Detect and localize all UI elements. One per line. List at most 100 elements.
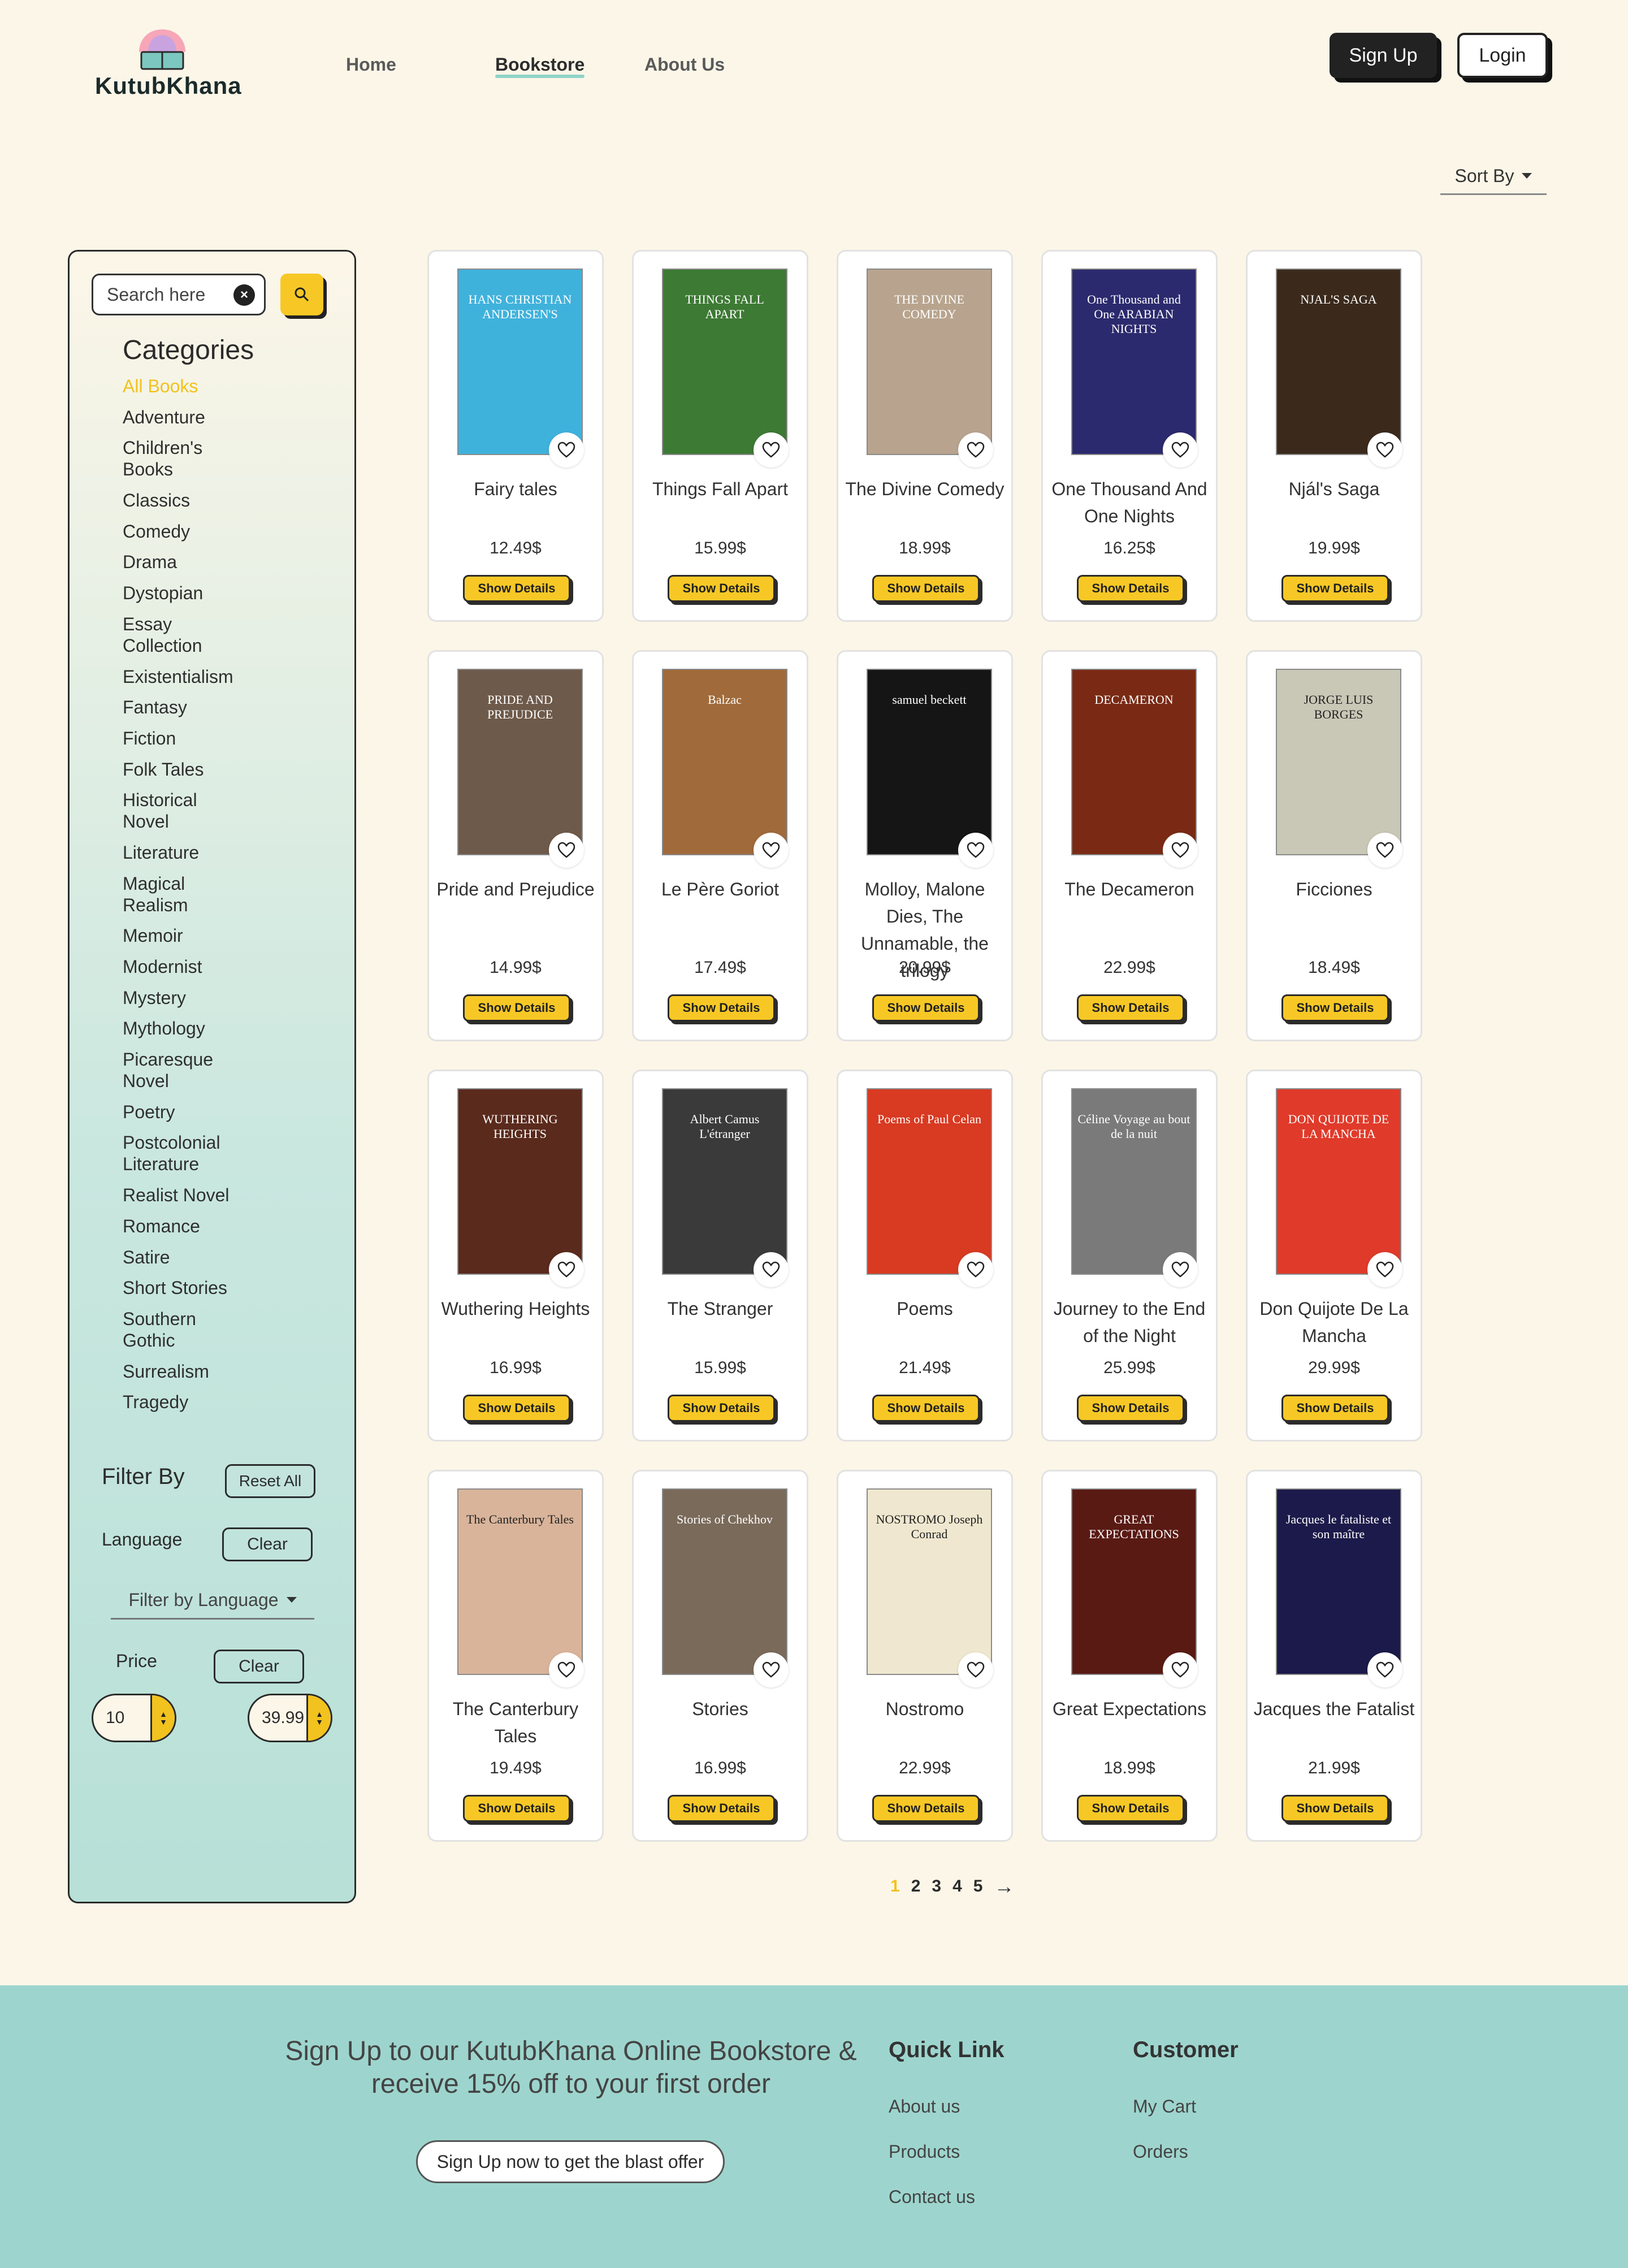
wishlist-heart-icon[interactable] [958,432,993,468]
category-item[interactable]: Dystopian [123,582,247,604]
show-details-button[interactable]: Show Details [1077,1395,1184,1422]
wishlist-heart-icon[interactable] [958,833,993,868]
wishlist-heart-icon[interactable] [958,1652,993,1687]
language-clear-button[interactable]: Clear [222,1527,313,1561]
book-card[interactable]: GREAT EXPECTATIONS Great Expectations 18.9… [1041,1470,1218,1842]
category-item[interactable]: Postcolonial Literature [123,1132,247,1175]
nav-bookstore[interactable]: Bookstore [495,54,584,75]
book-card[interactable]: Albert Camus L'étranger The Stranger 15.99… [632,1070,808,1442]
wishlist-heart-icon[interactable] [549,1252,584,1287]
book-card[interactable]: DON QUIJOTE DE LA MANCHA Don Quijote De L… [1246,1070,1422,1442]
book-card[interactable]: The Canterbury Tales The Canterbury Tales… [427,1470,604,1842]
book-cover-image[interactable]: DECAMERON [1071,669,1197,855]
search-button[interactable] [280,274,323,315]
book-card[interactable]: HANS CHRISTIAN ANDERSEN'S Fairy tales 12.4… [427,250,604,622]
book-card[interactable]: Stories of Chekhov Stories 16.99$ Show Deta… [632,1470,808,1842]
show-details-button[interactable]: Show Details [463,994,570,1022]
book-cover-image[interactable]: WUTHERING HEIGHTS [457,1088,583,1275]
wishlist-heart-icon[interactable] [754,833,789,868]
footer-link-my-cart[interactable]: My Cart [1133,2096,1196,2117]
login-button[interactable]: Login [1457,33,1548,78]
category-item[interactable]: Tragedy [123,1391,247,1413]
page-link[interactable]: 3 [932,1877,941,1896]
price-clear-button[interactable]: Clear [214,1650,304,1683]
show-details-button[interactable]: Show Details [1077,994,1184,1022]
book-card[interactable]: THE DIVINE COMEDY The Divine Comedy 18.99$… [837,250,1013,622]
nav-about[interactable]: About Us [644,54,725,75]
wishlist-heart-icon[interactable] [1367,1252,1402,1287]
wishlist-heart-icon[interactable] [549,833,584,868]
category-item[interactable]: Comedy [123,521,247,542]
book-cover-image[interactable]: Stories of Chekhov [662,1488,787,1675]
wishlist-heart-icon[interactable] [1163,1252,1198,1287]
page-link[interactable]: 4 [952,1877,962,1896]
book-cover-image[interactable]: NOSTROMO Joseph Conrad [867,1488,992,1675]
show-details-button[interactable]: Show Details [872,575,980,602]
wishlist-heart-icon[interactable] [1367,833,1402,868]
category-item[interactable]: Classics [123,490,247,511]
book-card[interactable]: WUTHERING HEIGHTS Wuthering Heights 16.99$… [427,1070,604,1442]
nav-home[interactable]: Home [346,54,396,75]
show-details-button[interactable]: Show Details [668,575,775,602]
book-card[interactable]: Poems of Paul Celan Poems 21.49$ Show Detai… [837,1070,1013,1442]
book-card[interactable]: Céline Voyage au bout de la nuit Journey … [1041,1070,1218,1442]
wishlist-heart-icon[interactable] [1163,833,1198,868]
book-cover-image[interactable]: Céline Voyage au bout de la nuit [1071,1088,1197,1275]
category-item[interactable]: All Books [123,375,247,397]
category-item[interactable]: Modernist [123,956,247,977]
footer-link-contact[interactable]: Contact us [889,2187,975,2208]
book-cover-image[interactable]: DON QUIJOTE DE LA MANCHA [1276,1088,1401,1275]
book-cover-image[interactable]: GREAT EXPECTATIONS [1071,1488,1197,1675]
show-details-button[interactable]: Show Details [872,1395,980,1422]
category-item[interactable]: Children's Books [123,437,247,480]
category-item[interactable]: Poetry [123,1101,247,1123]
book-card[interactable]: One Thousand and One ARABIAN NIGHTS One T… [1041,250,1218,622]
stepper-icon[interactable]: ▲ ▼ [150,1695,175,1741]
category-item[interactable]: Fiction [123,728,247,749]
book-cover-image[interactable]: Poems of Paul Celan [867,1088,992,1275]
show-details-button[interactable]: Show Details [1281,575,1389,602]
show-details-button[interactable]: Show Details [872,994,980,1022]
wishlist-heart-icon[interactable] [754,432,789,468]
category-item[interactable]: Realist Novel [123,1184,247,1206]
book-card[interactable]: THINGS FALL APART Things Fall Apart 15.99$… [632,250,808,622]
wishlist-heart-icon[interactable] [754,1652,789,1687]
category-item[interactable]: Satire [123,1246,247,1268]
signup-button[interactable]: Sign Up [1330,33,1437,78]
language-select[interactable]: Filter by Language [111,1582,314,1620]
book-cover-image[interactable]: Jacques le fataliste et son maître [1276,1488,1401,1675]
category-item[interactable]: Existentialism [123,666,247,687]
category-item[interactable]: Historical Novel [123,789,247,832]
book-card[interactable]: samuel beckett Molloy, Malone Dies, The U… [837,650,1013,1041]
wishlist-heart-icon[interactable] [958,1252,993,1287]
book-card[interactable]: DECAMERON The Decameron 22.99$ Show Details [1041,650,1218,1041]
book-cover-image[interactable]: HANS CHRISTIAN ANDERSEN'S [457,269,583,455]
category-item[interactable]: Romance [123,1215,247,1237]
book-card[interactable]: JORGE LUIS BORGES Ficciones 18.49$ Show Det… [1246,650,1422,1041]
reset-all-button[interactable]: Reset All [225,1464,315,1498]
wishlist-heart-icon[interactable] [754,1252,789,1287]
show-details-button[interactable]: Show Details [668,994,775,1022]
show-details-button[interactable]: Show Details [1077,1795,1184,1822]
show-details-button[interactable]: Show Details [463,1395,570,1422]
next-arrow-icon[interactable]: → [994,1875,1014,1898]
wishlist-heart-icon[interactable] [549,1652,584,1687]
book-cover-image[interactable]: The Canterbury Tales [457,1488,583,1675]
footer-signup-cta-button[interactable]: Sign Up now to get the blast offer [416,2140,725,2183]
stepper-icon[interactable]: ▲ ▼ [306,1695,331,1741]
footer-link-orders[interactable]: Orders [1133,2141,1188,2162]
book-card[interactable]: Jacques le fataliste et son maître Jacque… [1246,1470,1422,1842]
book-cover-image[interactable]: Albert Camus L'étranger [662,1088,787,1275]
category-item[interactable]: Short Stories [123,1277,247,1299]
wishlist-heart-icon[interactable] [1163,1652,1198,1687]
category-item[interactable]: Mythology [123,1018,247,1039]
book-card[interactable]: Balzac Le Père Goriot 17.49$ Show Details [632,650,808,1041]
category-item[interactable]: Essay Collection [123,613,247,656]
show-details-button[interactable]: Show Details [668,1795,775,1822]
category-item[interactable]: Magical Realism [123,873,247,916]
show-details-button[interactable]: Show Details [463,1795,570,1822]
show-details-button[interactable]: Show Details [1281,1395,1389,1422]
page-link[interactable]: 5 [973,1877,983,1896]
wishlist-heart-icon[interactable] [1163,432,1198,468]
book-cover-image[interactable]: THE DIVINE COMEDY [867,269,992,455]
